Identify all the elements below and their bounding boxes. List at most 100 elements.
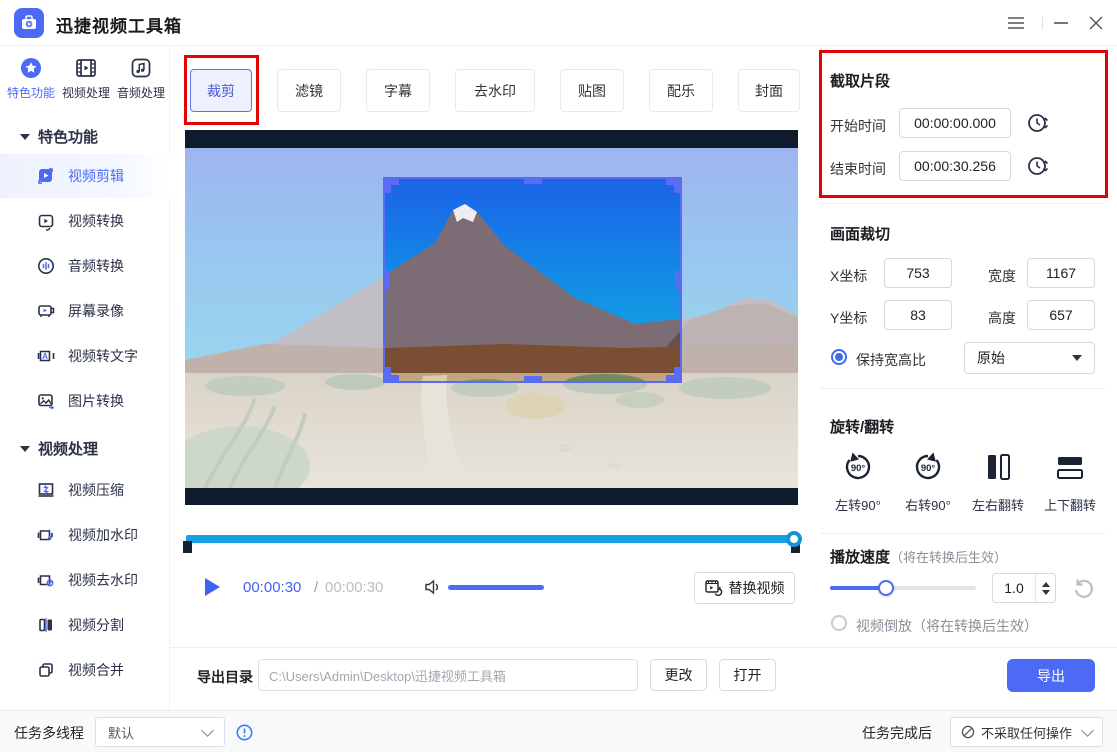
export-path-input[interactable] bbox=[258, 659, 638, 691]
close-icon[interactable] bbox=[1085, 13, 1107, 33]
after-task-select[interactable]: 不采取任何操作 bbox=[950, 717, 1103, 747]
sidebar-item-label: 视频转文字 bbox=[68, 346, 138, 366]
rotate-right-button[interactable]: 90° 右转90° bbox=[896, 450, 960, 514]
category-tab-audio[interactable]: 音频处理 bbox=[114, 55, 168, 101]
sidebar-item-video-cut[interactable]: 视频剪辑 bbox=[0, 154, 170, 198]
timeline-thumb[interactable] bbox=[786, 531, 802, 547]
crop-selection[interactable] bbox=[383, 177, 682, 383]
y-input[interactable]: 83 bbox=[884, 300, 952, 330]
end-time-clock-icon[interactable] bbox=[1026, 154, 1050, 183]
audio-convert-icon bbox=[36, 256, 56, 276]
crop-handle[interactable] bbox=[385, 179, 391, 193]
volume-slider[interactable] bbox=[448, 585, 544, 590]
minimize-icon[interactable] bbox=[1050, 13, 1072, 33]
crop-section-title: 画面裁切 bbox=[830, 223, 890, 244]
crop-handle[interactable] bbox=[524, 376, 542, 381]
speed-title-text: 播放速度 bbox=[830, 549, 890, 566]
category-label: 特色功能 bbox=[4, 84, 58, 101]
info-icon[interactable] bbox=[236, 724, 253, 746]
crop-handle[interactable] bbox=[524, 179, 542, 184]
flip-horizontal-label: 左右翻转 bbox=[966, 495, 1030, 514]
reverse-video-radio[interactable] bbox=[831, 615, 847, 631]
crop-handle[interactable] bbox=[675, 271, 680, 289]
svg-text:90°: 90° bbox=[921, 463, 936, 474]
width-input[interactable]: 1167 bbox=[1027, 258, 1095, 288]
step-up-icon[interactable] bbox=[1042, 582, 1050, 587]
video-preview[interactable] bbox=[185, 130, 798, 505]
crop-handle[interactable] bbox=[674, 179, 680, 193]
sidebar-item-image-convert[interactable]: 图片转换 bbox=[0, 379, 170, 423]
tab-filter[interactable]: 滤镜 bbox=[277, 69, 341, 112]
x-input[interactable]: 753 bbox=[884, 258, 952, 288]
chevron-down-icon bbox=[1081, 724, 1094, 737]
crop-handle[interactable] bbox=[674, 367, 680, 381]
step-down-icon[interactable] bbox=[1042, 590, 1050, 595]
change-dir-label: 更改 bbox=[665, 665, 693, 685]
video-compress-icon bbox=[36, 480, 56, 500]
rotate-left-button[interactable]: 90° 左转90° bbox=[826, 450, 890, 514]
tab-sticker[interactable]: 贴图 bbox=[560, 69, 624, 112]
app-title: 迅捷视频工具箱 bbox=[56, 12, 182, 37]
volume-icon[interactable] bbox=[424, 578, 442, 601]
start-time-clock-icon[interactable] bbox=[1026, 111, 1050, 140]
keep-aspect-radio[interactable] bbox=[831, 349, 847, 365]
tab-remove-watermark[interactable]: 去水印 bbox=[455, 69, 535, 112]
start-time-input[interactable]: 00:00:00.000 bbox=[899, 108, 1011, 138]
speed-stepper[interactable]: 1.0 bbox=[992, 573, 1056, 603]
sidebar-item-label: 视频剪辑 bbox=[68, 166, 124, 186]
sidebar-item-video-watermark-remove[interactable]: 视频去水印 bbox=[0, 558, 170, 602]
crop-selection-image bbox=[383, 177, 682, 383]
time-separator: / bbox=[314, 579, 318, 596]
trim-handle-start[interactable] bbox=[183, 541, 192, 553]
sidebar-item-video-to-text[interactable]: A 视频转文字 bbox=[0, 334, 170, 378]
sidebar-section-features[interactable]: 特色功能 bbox=[20, 126, 98, 147]
video-cut-icon bbox=[36, 166, 56, 186]
replace-video-button[interactable]: 替换视频 bbox=[694, 572, 795, 604]
category-tab-features[interactable]: 特色功能 bbox=[4, 55, 58, 101]
width-label: 宽度 bbox=[988, 266, 1016, 286]
music-note-icon bbox=[114, 55, 168, 81]
chevron-down-icon bbox=[20, 446, 30, 452]
sidebar-item-screen-record[interactable]: 屏幕录像 bbox=[0, 289, 170, 333]
reverse-label-text: 视频倒放 bbox=[856, 618, 912, 634]
sidebar-section-video-processing[interactable]: 视频处理 bbox=[20, 438, 98, 459]
crop-handle[interactable] bbox=[385, 367, 391, 381]
thread-select[interactable]: 默认 bbox=[95, 717, 225, 747]
timeline-slider[interactable] bbox=[186, 535, 796, 543]
x-label: X坐标 bbox=[830, 266, 867, 286]
tab-cover[interactable]: 封面 bbox=[738, 69, 800, 112]
bottom-bar: 任务多线程 默认 任务完成后 不采取任何操作 bbox=[0, 710, 1117, 752]
height-input[interactable]: 657 bbox=[1027, 300, 1095, 330]
sidebar-item-audio-convert[interactable]: 音频转换 bbox=[0, 244, 170, 288]
speed-slider-thumb[interactable] bbox=[878, 580, 894, 596]
speed-stepper-arrows[interactable] bbox=[1035, 574, 1055, 602]
tab-crop[interactable]: 裁剪 bbox=[190, 69, 252, 112]
crop-handle[interactable] bbox=[385, 271, 390, 289]
menu-icon[interactable] bbox=[1005, 13, 1027, 33]
sidebar-item-video-split[interactable]: 视频分割 bbox=[0, 603, 170, 647]
flip-vertical-button[interactable]: 上下翻转 bbox=[1038, 450, 1102, 514]
rotate-left-label: 左转90° bbox=[826, 495, 890, 514]
flip-horizontal-button[interactable]: 左右翻转 bbox=[966, 450, 1030, 514]
sidebar: 特色功能 视频处理 音频处理 特色功能 视频剪辑 bbox=[0, 46, 170, 710]
category-tab-video[interactable]: 视频处理 bbox=[59, 55, 113, 101]
tab-music[interactable]: 配乐 bbox=[649, 69, 713, 112]
end-time-input[interactable]: 00:00:30.256 bbox=[899, 151, 1011, 181]
sidebar-item-video-merge[interactable]: 视频合并 bbox=[0, 648, 170, 692]
sidebar-item-label: 屏幕录像 bbox=[68, 301, 124, 321]
tab-label: 去水印 bbox=[474, 81, 516, 101]
tab-subtitle[interactable]: 字幕 bbox=[366, 69, 430, 112]
sidebar-item-video-compress[interactable]: 视频压缩 bbox=[0, 468, 170, 512]
sidebar-item-label: 视频合并 bbox=[68, 660, 124, 680]
aspect-ratio-select[interactable]: 原始 bbox=[964, 342, 1095, 374]
speed-title-note: （将在转换后生效） bbox=[890, 550, 1007, 565]
change-dir-button[interactable]: 更改 bbox=[650, 659, 707, 691]
open-dir-button[interactable]: 打开 bbox=[719, 659, 776, 691]
video-to-text-icon: A bbox=[36, 346, 56, 366]
image-convert-icon bbox=[36, 391, 56, 411]
speed-reset-button[interactable] bbox=[1072, 577, 1094, 604]
export-button[interactable]: 导出 bbox=[1007, 659, 1095, 692]
play-button[interactable] bbox=[205, 578, 220, 596]
sidebar-item-video-watermark-add[interactable]: 视频加水印 bbox=[0, 513, 170, 557]
sidebar-item-video-convert[interactable]: 视频转换 bbox=[0, 199, 170, 243]
